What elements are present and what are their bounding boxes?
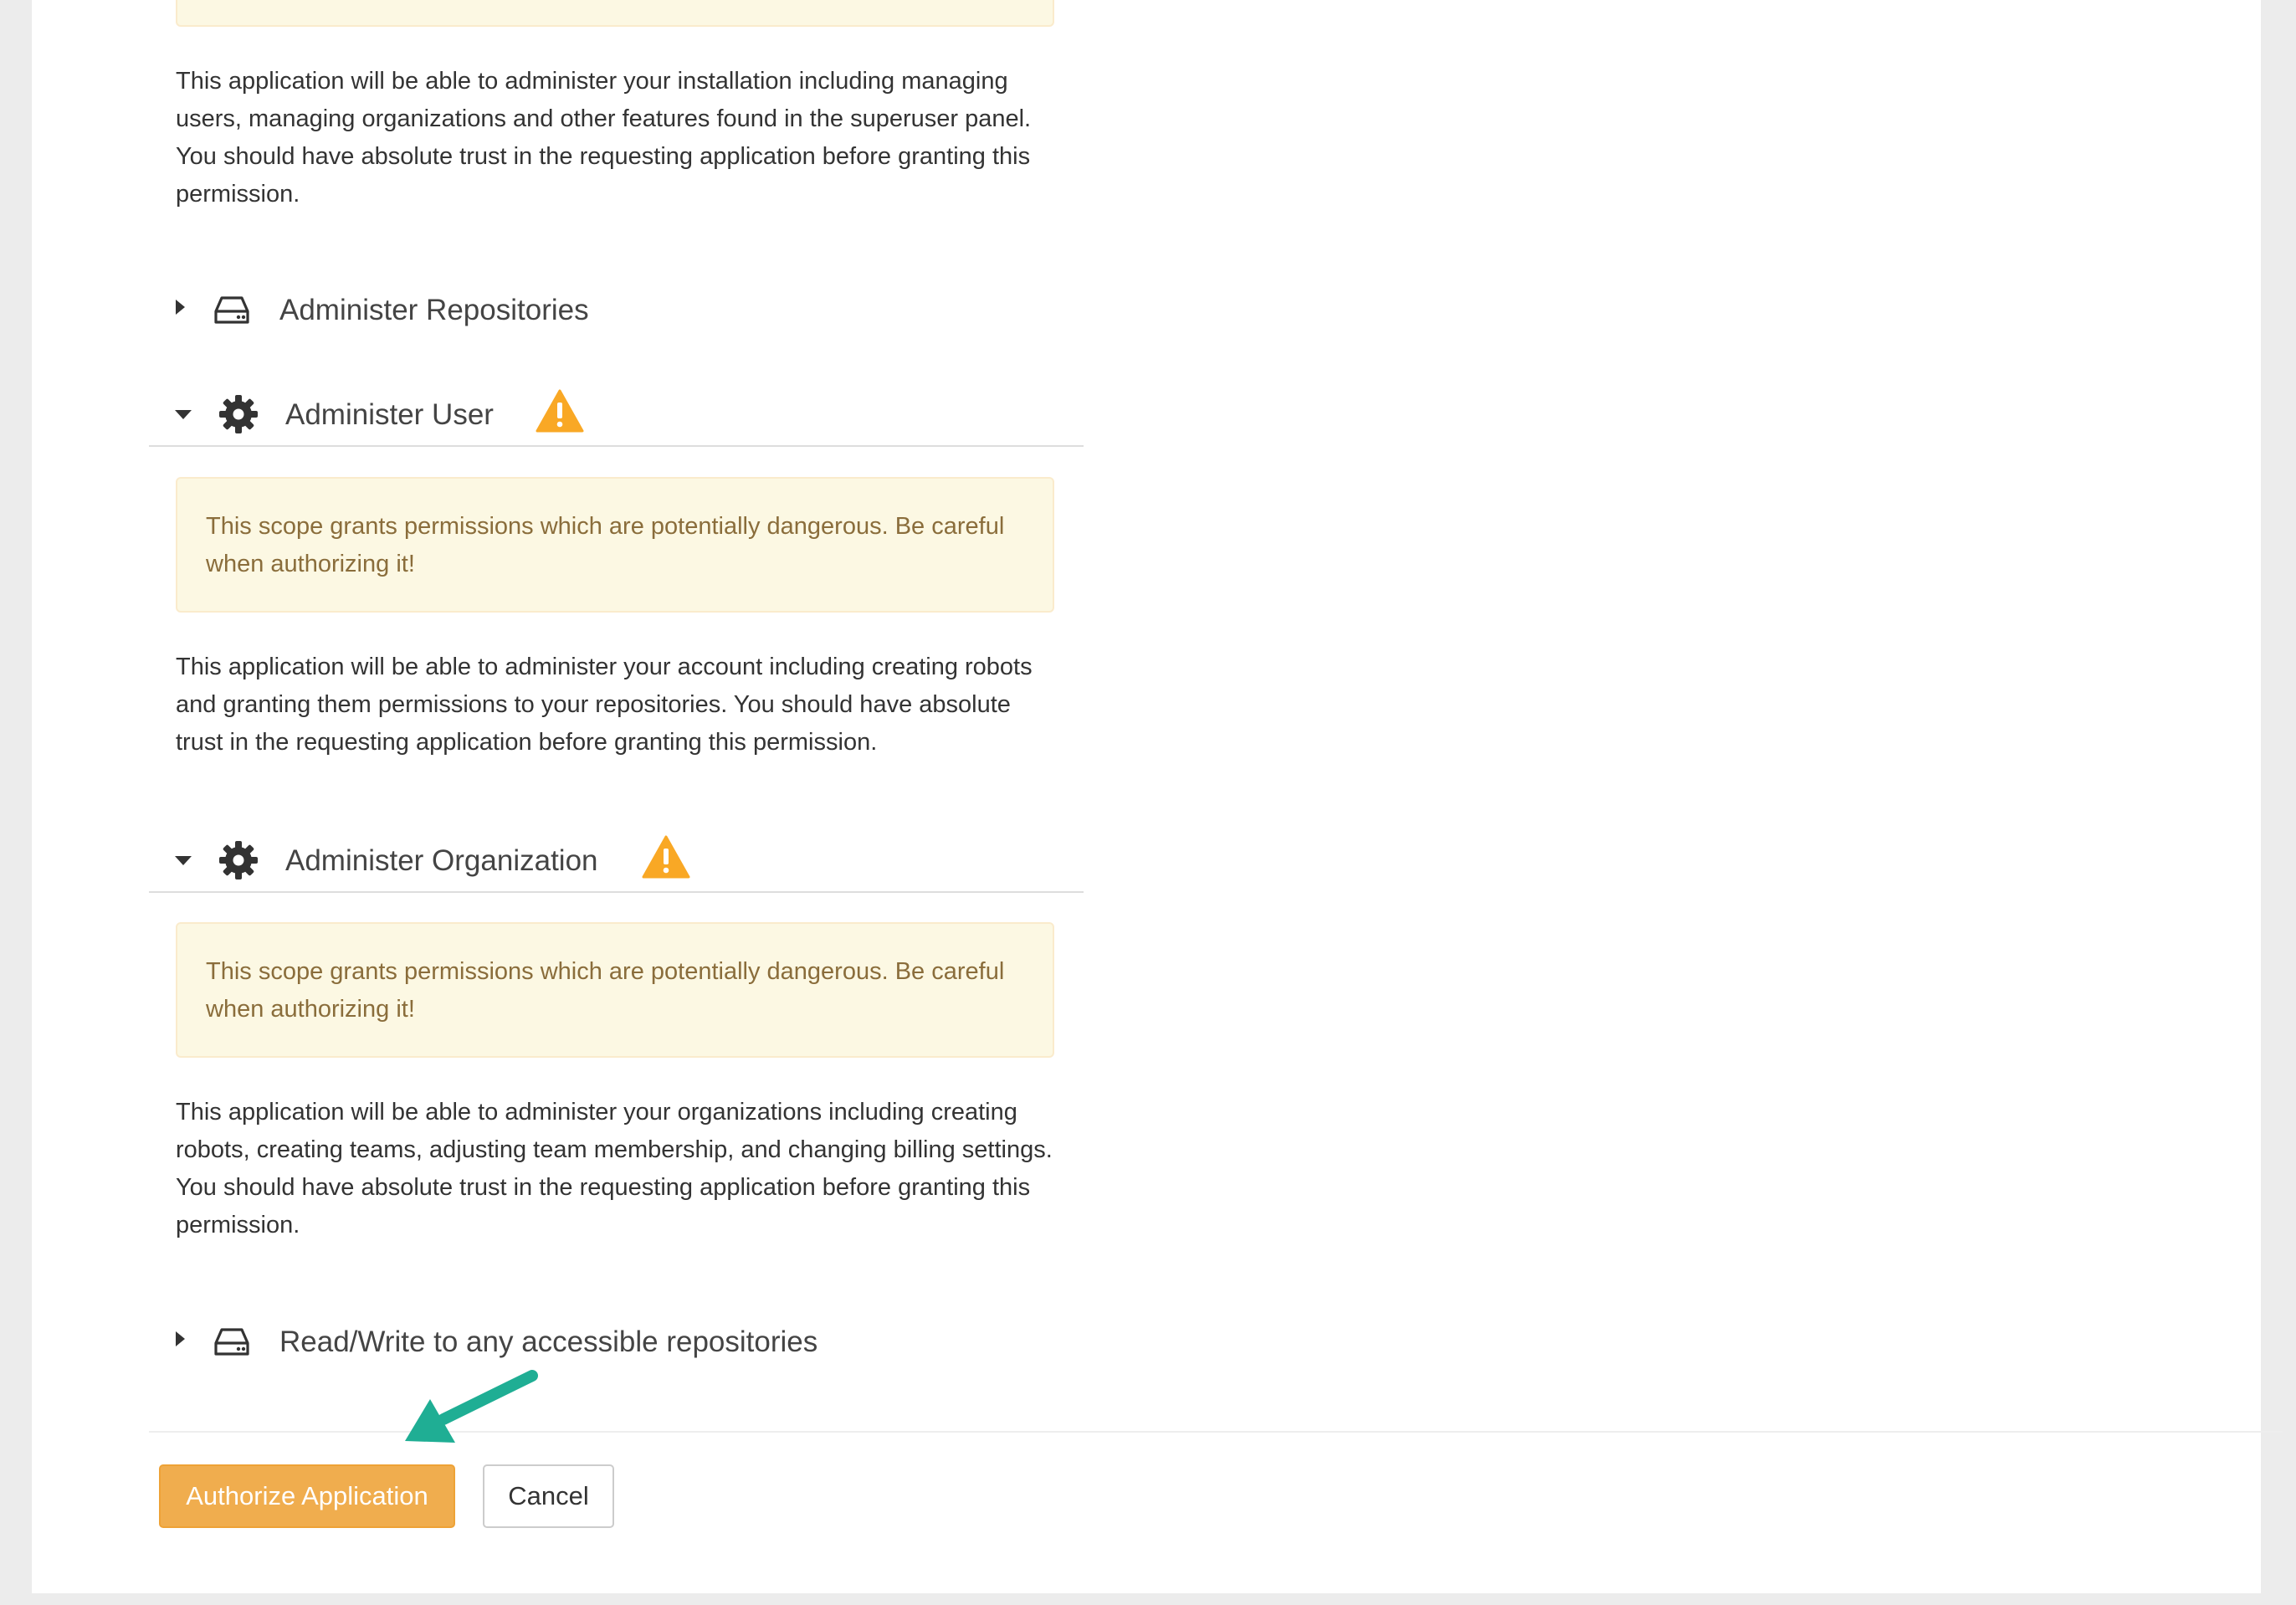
cancel-button[interactable]: Cancel <box>483 1464 614 1528</box>
administer-organization-description: This application will be able to adminis… <box>176 1099 1053 1238</box>
administer-user-description: This application will be able to adminis… <box>176 654 1033 756</box>
authorization-panel: This application will be able to adminis… <box>32 0 2283 1593</box>
caret-down-icon[interactable] <box>175 410 192 419</box>
administer-user-warning-text: This scope grants permissions which are … <box>206 513 1005 577</box>
warning-triangle-icon <box>642 835 690 879</box>
hdd-icon <box>214 296 249 324</box>
warning-triangle-icon <box>536 389 584 433</box>
scope-title-administer-organization: Administer Organization <box>285 844 598 877</box>
scope-title-administer-user: Administer User <box>285 398 494 431</box>
scope-title-administer-repositories: Administer Repositories <box>279 294 589 326</box>
scope-header-administer-organization[interactable]: Administer Organization <box>149 829 1084 893</box>
administer-user-warning-box: This scope grants permissions which are … <box>176 477 1054 613</box>
scope-header-administer-repositories[interactable]: Administer Repositories <box>149 279 1084 341</box>
scope-title-read-write-repositories: Read/Write to any accessible repositorie… <box>279 1326 818 1358</box>
gear-icon <box>219 841 258 879</box>
scope-header-administer-user[interactable]: Administer User <box>149 383 1084 447</box>
administer-organization-warning-text: This scope grants permissions which are … <box>206 958 1005 1023</box>
authorize-application-button[interactable]: Authorize Application <box>159 1464 455 1528</box>
scope-header-read-write-repositories[interactable]: Read/Write to any accessible repositorie… <box>149 1310 1084 1372</box>
gear-icon <box>219 395 258 433</box>
caret-down-icon[interactable] <box>175 856 192 865</box>
superuser-warning-box <box>176 0 1054 27</box>
annotation-arrow-icon <box>405 1370 538 1443</box>
superuser-scope-description: This application will be able to adminis… <box>176 68 1032 208</box>
caret-right-icon[interactable] <box>176 1331 185 1346</box>
caret-right-icon[interactable] <box>176 300 185 315</box>
administer-organization-warning-box: This scope grants permissions which are … <box>176 922 1054 1058</box>
hdd-icon <box>214 1328 249 1356</box>
